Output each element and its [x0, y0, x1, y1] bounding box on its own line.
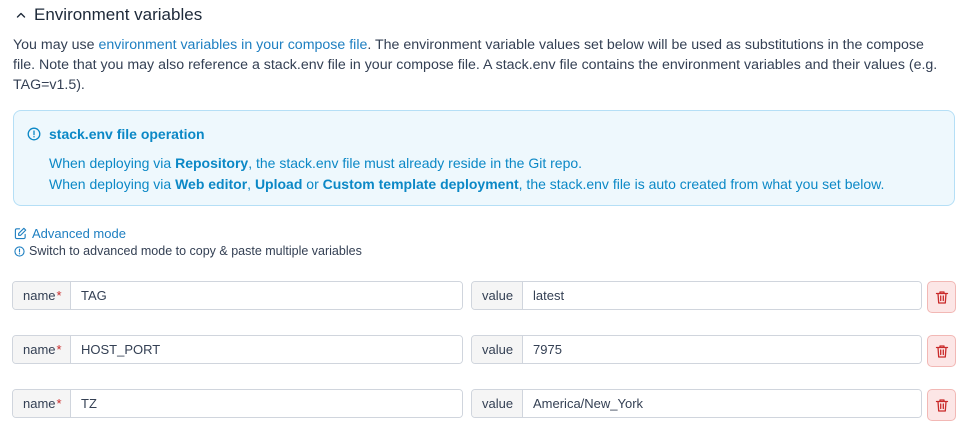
section-title: Environment variables: [34, 5, 203, 24]
env-var-name-field: name *: [12, 281, 463, 310]
info-line-editor: When deploying via Web editor, Upload or…: [49, 176, 885, 192]
value-label: value: [472, 336, 523, 363]
chevron-up-icon: [16, 12, 26, 18]
env-var-row: name* value: [12, 389, 956, 421]
value-label: value: [472, 390, 523, 417]
env-var-value-field: value: [471, 335, 922, 364]
env-section-toggle[interactable]: Environment variables: [16, 4, 202, 26]
env-var-value-input[interactable]: [523, 336, 921, 363]
remove-variable-button[interactable]: [927, 389, 956, 421]
name-label: name *: [13, 282, 71, 309]
env-var-value-field: value: [471, 281, 922, 310]
trash-icon: [935, 344, 948, 358]
remove-variable-button[interactable]: [927, 335, 956, 367]
env-var-row: name* value: [12, 335, 956, 367]
env-var-name-field: name *: [12, 389, 463, 418]
name-label: name *: [13, 390, 71, 417]
env-var-name-input[interactable]: [71, 336, 462, 363]
env-description: You may use environment variables in you…: [13, 37, 938, 93]
env-var-value-field: value: [471, 389, 922, 418]
env-var-name-field: name *: [12, 335, 463, 364]
env-var-value-input[interactable]: [523, 390, 921, 417]
value-label: value: [472, 282, 523, 309]
name-label: name *: [13, 336, 71, 363]
advanced-mode-label: Advanced mode: [32, 226, 126, 241]
trash-icon: [935, 290, 948, 304]
advanced-mode-button[interactable]: Advanced mode: [14, 226, 126, 241]
env-var-name-input[interactable]: [71, 390, 462, 417]
stack-env-info-box: stack.env file operation When deploying …: [13, 110, 955, 206]
env-var-row: name* value: [12, 281, 956, 313]
info-title: stack.env file operation: [49, 126, 205, 142]
trash-icon: [935, 398, 948, 412]
env-var-value-input[interactable]: [523, 282, 921, 309]
remove-variable-button[interactable]: [927, 281, 956, 313]
info-circle-icon: [14, 245, 25, 257]
edit-icon: [14, 227, 27, 240]
advanced-mode-hint: Switch to advanced mode to copy & paste …: [14, 244, 362, 258]
env-docs-link[interactable]: environment variables in your compose fi…: [98, 37, 367, 53]
info-circle-icon: [27, 127, 41, 141]
info-line-repository: When deploying via Repository, the stack…: [49, 155, 583, 171]
env-var-name-input[interactable]: [71, 282, 462, 309]
